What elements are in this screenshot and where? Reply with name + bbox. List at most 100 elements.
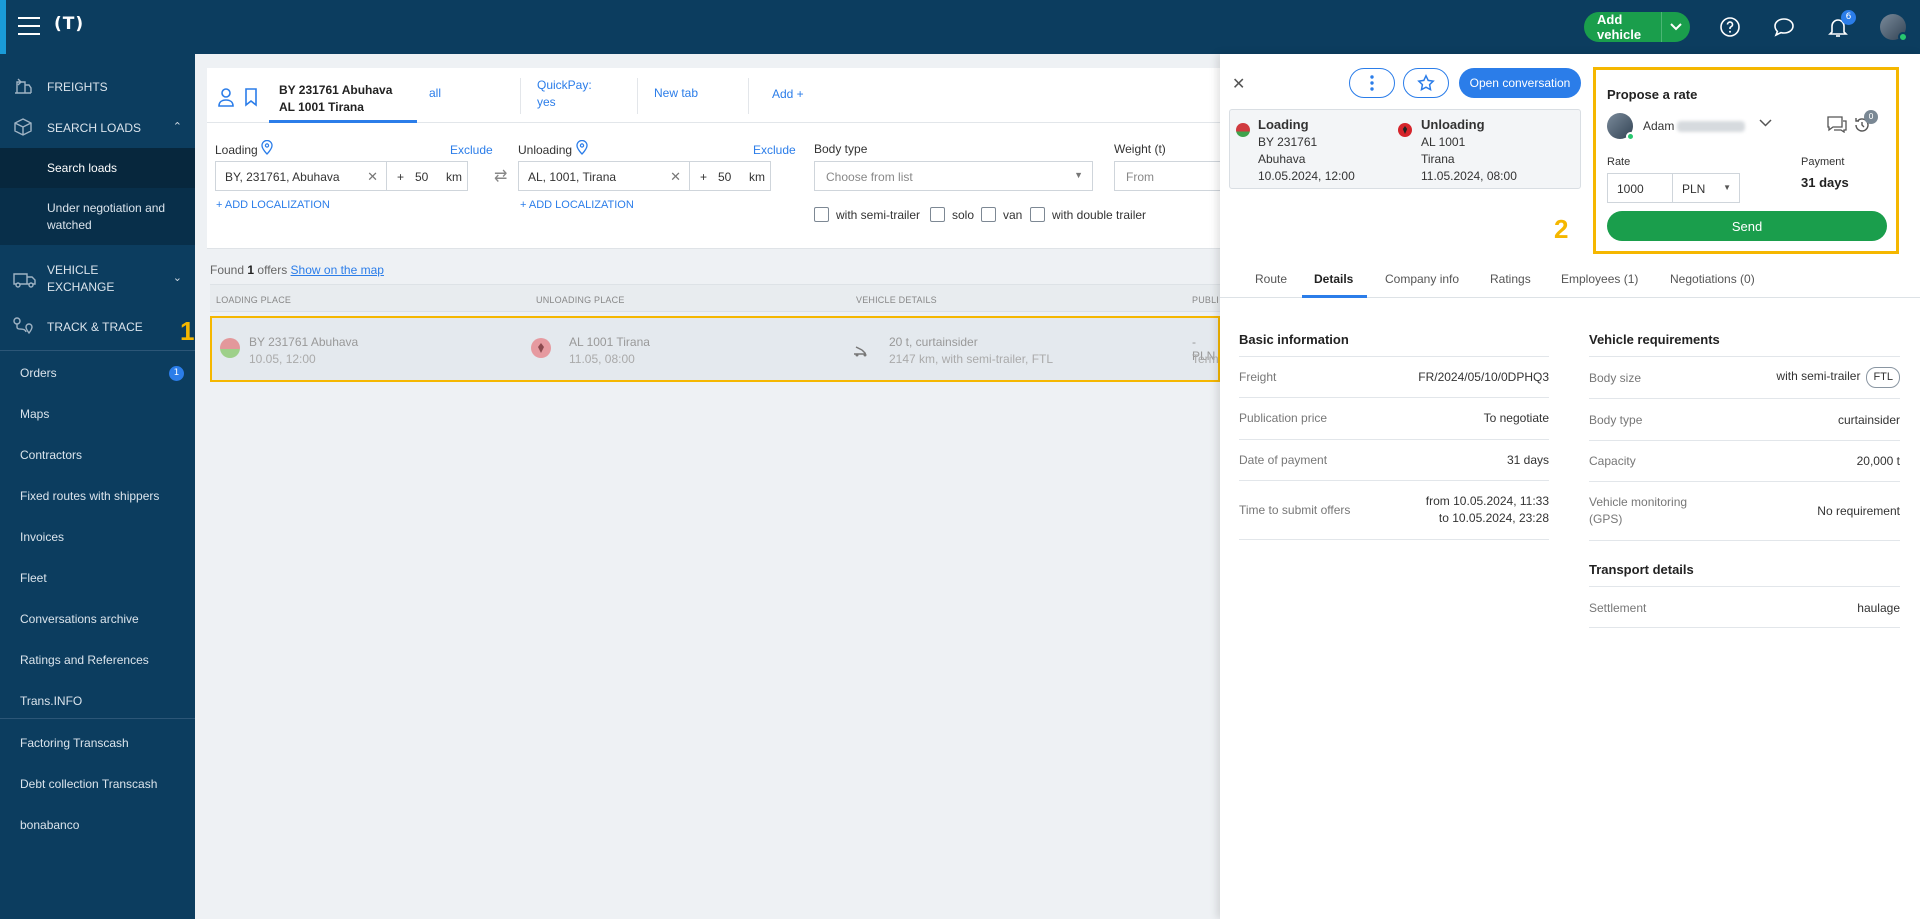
sidebar-item-maps[interactable]: Maps [0,399,195,429]
annotation-marker-2: 2 [1554,214,1569,244]
basic-info-title: Basic information [1239,332,1349,347]
weight-from-input[interactable]: From [1114,161,1220,191]
orders-badge: 1 [169,366,184,381]
clear-icon[interactable]: ✕ [670,169,681,185]
semi-trailer-icon [852,344,870,361]
sidebar-item-search-loads-sub[interactable]: Search loads [0,148,195,188]
tab-employees[interactable]: Employees (1) [1561,272,1638,286]
chevron-down-icon[interactable]: ⌄ [173,271,182,284]
sidebar-item-invoices[interactable]: Invoices [0,522,195,552]
chevron-down-icon[interactable] [1759,116,1772,130]
body-type-select[interactable]: Choose from list ▼ [814,161,1093,191]
add-vehicle-label: Add vehicle [1597,12,1642,42]
tab-add[interactable]: Add + [762,68,814,123]
online-status-icon [1898,32,1908,42]
propose-rate-title: Propose a rate [1607,87,1698,102]
sidebar-item-ratings[interactable]: Ratings and References [0,645,195,675]
column-header-vehicle[interactable]: VEHICLE DETAILS [856,295,937,305]
add-localization-loading[interactable]: + ADD LOCALIZATION [216,199,330,211]
loading-exclude-link[interactable]: Exclude [450,143,493,157]
sidebar-item-fleet[interactable]: Fleet [0,563,195,593]
checkbox-box[interactable] [981,207,996,222]
swap-icon[interactable]: ⇄ [494,166,507,186]
tab-negotiations[interactable]: Negotiations (0) [1670,272,1755,286]
active-tab-indicator [1302,295,1367,298]
rate-input[interactable]: 1000 [1607,173,1673,203]
divider [0,350,195,351]
divider [748,78,749,114]
employee-select[interactable]: Adam [1643,119,1746,133]
chevron-up-icon[interactable]: ⌃ [173,120,182,133]
sidebar-item-contractors[interactable]: Contractors [0,440,195,470]
km-unit: km [446,170,462,184]
checkbox-solo[interactable]: solo [930,207,974,222]
unloading-input[interactable]: AL, 1001, Tirana ✕ [518,161,690,191]
add-vehicle-button[interactable]: Add vehicle [1584,12,1690,42]
chevron-down-icon[interactable] [1661,12,1690,42]
checkbox-box[interactable] [930,207,945,222]
sidebar-item-bonabanco[interactable]: bonabanco [0,810,195,840]
show-on-map-link[interactable]: Show on the map [291,263,384,277]
tab-label: yes [537,95,556,109]
more-options-button[interactable] [1349,68,1395,98]
user-avatar[interactable] [1880,14,1908,42]
body-size-value: with semi-trailer [1776,369,1861,383]
sidebar-item-label: Fixed routes with shippers [20,489,160,503]
table-row[interactable]: BY 231761 Abuhava 10.05, 12:00 AL 1001 T… [210,316,1220,382]
unloading-exclude-link[interactable]: Exclude [753,143,796,157]
sidebar-item-freights[interactable]: FREIGHTS [0,76,195,96]
checkbox-van[interactable]: van [981,207,1022,222]
tab-all[interactable]: all [419,68,451,123]
tab-route[interactable]: Route [1255,272,1287,286]
clear-icon[interactable]: ✕ [367,169,378,185]
loading-radius-input[interactable]: + 50 km [386,161,468,191]
input-placeholder: From [1126,170,1154,184]
favorite-button[interactable] [1403,68,1449,98]
unloading-radius-input[interactable]: + 50 km [689,161,771,191]
row-unloading-time: 11.05, 08:00 [569,352,635,366]
help-icon[interactable] [1718,15,1742,39]
chat-icon[interactable] [1772,15,1796,39]
detail-key: Freight [1239,370,1277,384]
sidebar-item-label: Conversations archive [20,612,139,626]
menu-icon[interactable] [18,17,40,37]
tab-company-info[interactable]: Company info [1385,272,1459,286]
sidebar-item-search-loads[interactable]: SEARCH LOADS ⌃ [0,117,195,137]
checkbox-box[interactable] [814,207,829,222]
sidebar-item-trans-info[interactable]: Trans.INFO [0,686,195,716]
open-conversation-button[interactable]: Open conversation [1459,68,1581,98]
tab-active-search[interactable]: BY 231761 Abuhava AL 1001 Tirana [269,68,417,123]
user-icon[interactable] [216,86,236,108]
sidebar-item-debt-collection[interactable]: Debt collection Transcash [0,769,195,799]
currency-select[interactable]: PLN ▼ [1672,173,1740,203]
logo[interactable]: (T) [54,14,90,38]
messages-icon[interactable] [1826,115,1848,135]
unloading-city: Tirana [1421,152,1455,166]
column-header-price[interactable]: PUBLI [1192,295,1219,305]
column-header-loading[interactable]: LOADING PLACE [216,295,291,305]
checkbox-semi-trailer[interactable]: with semi-trailer [814,207,920,222]
sidebar-item-track-trace[interactable]: TRACK & TRACE [0,316,195,336]
close-icon[interactable]: ✕ [1232,74,1245,94]
column-header-unloading[interactable]: UNLOADING PLACE [536,295,625,305]
add-localization-unloading[interactable]: + ADD LOCALIZATION [520,199,634,211]
sidebar-item-fixed-routes[interactable]: Fixed routes with shippers [0,481,195,511]
sidebar-item-under-negotiation[interactable]: Under negotiation and watched [0,188,195,245]
checkbox-double-trailer[interactable]: with double trailer [1030,207,1146,222]
tab-label: AL 1001 Tirana [279,100,364,114]
sidebar-item-factoring[interactable]: Factoring Transcash [0,728,195,758]
tab-quickpay[interactable]: QuickPay: yes [527,68,602,123]
tab-new[interactable]: New tab [644,68,708,123]
detail-value: with semi-trailer FTL [1776,367,1900,388]
bookmark-icon[interactable] [243,86,263,108]
sidebar-item-vehicle-exchange[interactable]: VEHICLE EXCHANGE ⌄ [0,261,195,297]
tab-ratings[interactable]: Ratings [1490,272,1531,286]
unloading-title: Unloading [1421,117,1485,132]
sidebar-item-conversations-archive[interactable]: Conversations archive [0,604,195,634]
loading-input[interactable]: BY, 231761, Abuhava ✕ [215,161,387,191]
detail-key: Publication price [1239,411,1328,425]
tab-details[interactable]: Details [1314,272,1353,286]
sidebar-item-orders[interactable]: Orders 1 [0,358,195,388]
checkbox-box[interactable] [1030,207,1045,222]
send-button[interactable]: Send [1607,211,1887,241]
